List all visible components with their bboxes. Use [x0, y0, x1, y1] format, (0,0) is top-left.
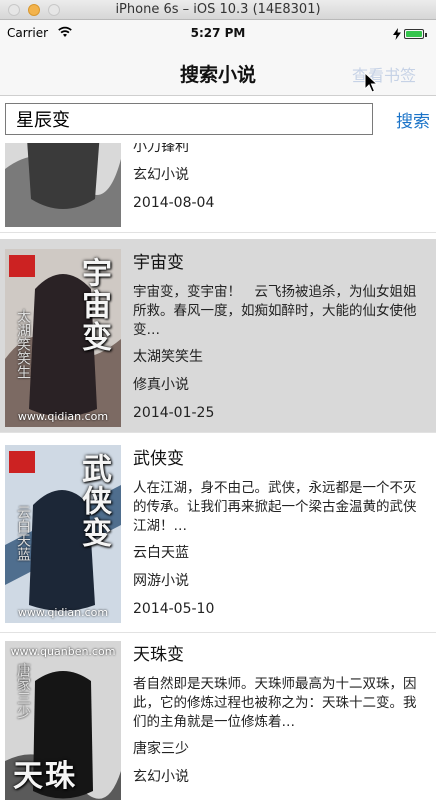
cover-seal-icon: [9, 255, 35, 277]
book-date: [133, 793, 418, 800]
book-row[interactable]: 宇宙变 太湖笑笑生 www.qidian.com 宇宙变 宇宙变，变宇宙！ 云飞…: [0, 239, 436, 433]
book-description: 者自然即是天珠师。天珠师最高为十二双珠，因此，它的修炼过程也被称之为：天珠十二变…: [133, 676, 417, 730]
book-cover-overlay: [5, 143, 121, 227]
cover-author-text: 唐家三少: [15, 663, 31, 719]
cover-site-text: www.quanben.com: [10, 645, 116, 658]
book-cover-overlay: www.quanben.com 天珠 唐家三少: [5, 641, 121, 800]
view-bookmarks-button[interactable]: 查看书签: [352, 62, 416, 86]
book-info: 宇宙变 宇宙变，变宇宙！ 云飞扬被追杀，为仙女姐姐所救。春风一度，如痴如醉时，大…: [133, 249, 418, 425]
cover-seal-icon: [9, 451, 35, 473]
cover-title-text: 天珠: [13, 759, 77, 794]
simulator-title: iPhone 6s – iOS 10.3 (14E8301): [115, 2, 321, 17]
book-date: 2014-01-25: [133, 405, 215, 421]
book-info: 天珠变 者自然即是天珠师。天珠师最高为十二双珠，因此，它的修炼过程也被称之为：天…: [133, 641, 418, 800]
book-row[interactable]: 小刀锋利 玄幻小说 2014-08-04: [0, 143, 436, 233]
book-category: 修真小说: [133, 377, 189, 393]
book-cover-overlay: 武侠变 云白天蓝 www.qidian.com: [5, 445, 121, 623]
book-author: 太湖笑笑生: [133, 349, 203, 365]
book-cover-overlay: 宇宙变 太湖笑笑生 www.qidian.com: [5, 249, 121, 427]
cover-author-text: 云白天蓝: [15, 505, 31, 561]
book-description: 宇宙变，变宇宙！ 云飞扬被追杀，为仙女姐姐所救。春风一度，如痴如醉时，大能的仙女…: [133, 284, 417, 338]
book-author: 云白天蓝: [133, 545, 189, 561]
book-category: 玄幻小说: [133, 769, 189, 785]
book-row[interactable]: www.quanben.com 天珠 唐家三少 天珠变 者自然即是天珠师。天珠师…: [0, 635, 436, 800]
book-description: 人在江湖，身不由己。武侠，永远都是一个不灭的传承。让我们再来掀起一个梁古金温黄的…: [133, 480, 417, 534]
book-title: 天珠变: [133, 645, 184, 665]
cover-site-text: www.qidian.com: [17, 606, 109, 619]
mouse-cursor-icon: [364, 72, 378, 93]
book-category: 网游小说: [133, 573, 189, 589]
search-results-list[interactable]: 小刀锋利 玄幻小说 2014-08-04 宇宙变 太湖笑笑生 www.qidia…: [0, 143, 436, 800]
book-title: 宇宙变: [133, 253, 184, 273]
search-bar: 搜索: [0, 97, 436, 143]
book-info: 武侠变 人在江湖，身不由己。武侠，永远都是一个不灭的传承。让我们再来掀起一个梁古…: [133, 445, 418, 621]
status-bar: Carrier 5:27 PM: [0, 20, 436, 48]
simulator-title-bar: iPhone 6s – iOS 10.3 (14E8301): [0, 0, 436, 20]
cover-title-text: 武侠变: [76, 453, 111, 549]
cover-site-text: www.qidian.com: [17, 410, 109, 423]
search-button[interactable]: 搜索: [396, 107, 430, 132]
book-row[interactable]: 武侠变 云白天蓝 www.qidian.com 武侠变 人在江湖，身不由己。武侠…: [0, 439, 436, 633]
charging-icon: [393, 28, 401, 40]
book-author: 小刀锋利: [133, 143, 189, 155]
book-author: 唐家三少: [133, 741, 189, 757]
cover-author-text: 太湖笑笑生: [15, 309, 31, 379]
book-date: 2014-08-04: [133, 195, 215, 211]
cover-title-text: 宇宙变: [76, 257, 111, 353]
battery-icon: [404, 29, 427, 39]
book-category: 玄幻小说: [133, 167, 189, 183]
status-time: 5:27 PM: [190, 26, 246, 40]
book-title: 武侠变: [133, 449, 184, 469]
book-info: 小刀锋利 玄幻小说 2014-08-04: [133, 143, 418, 215]
search-input[interactable]: [5, 103, 373, 135]
book-date: 2014-05-10: [133, 601, 215, 617]
